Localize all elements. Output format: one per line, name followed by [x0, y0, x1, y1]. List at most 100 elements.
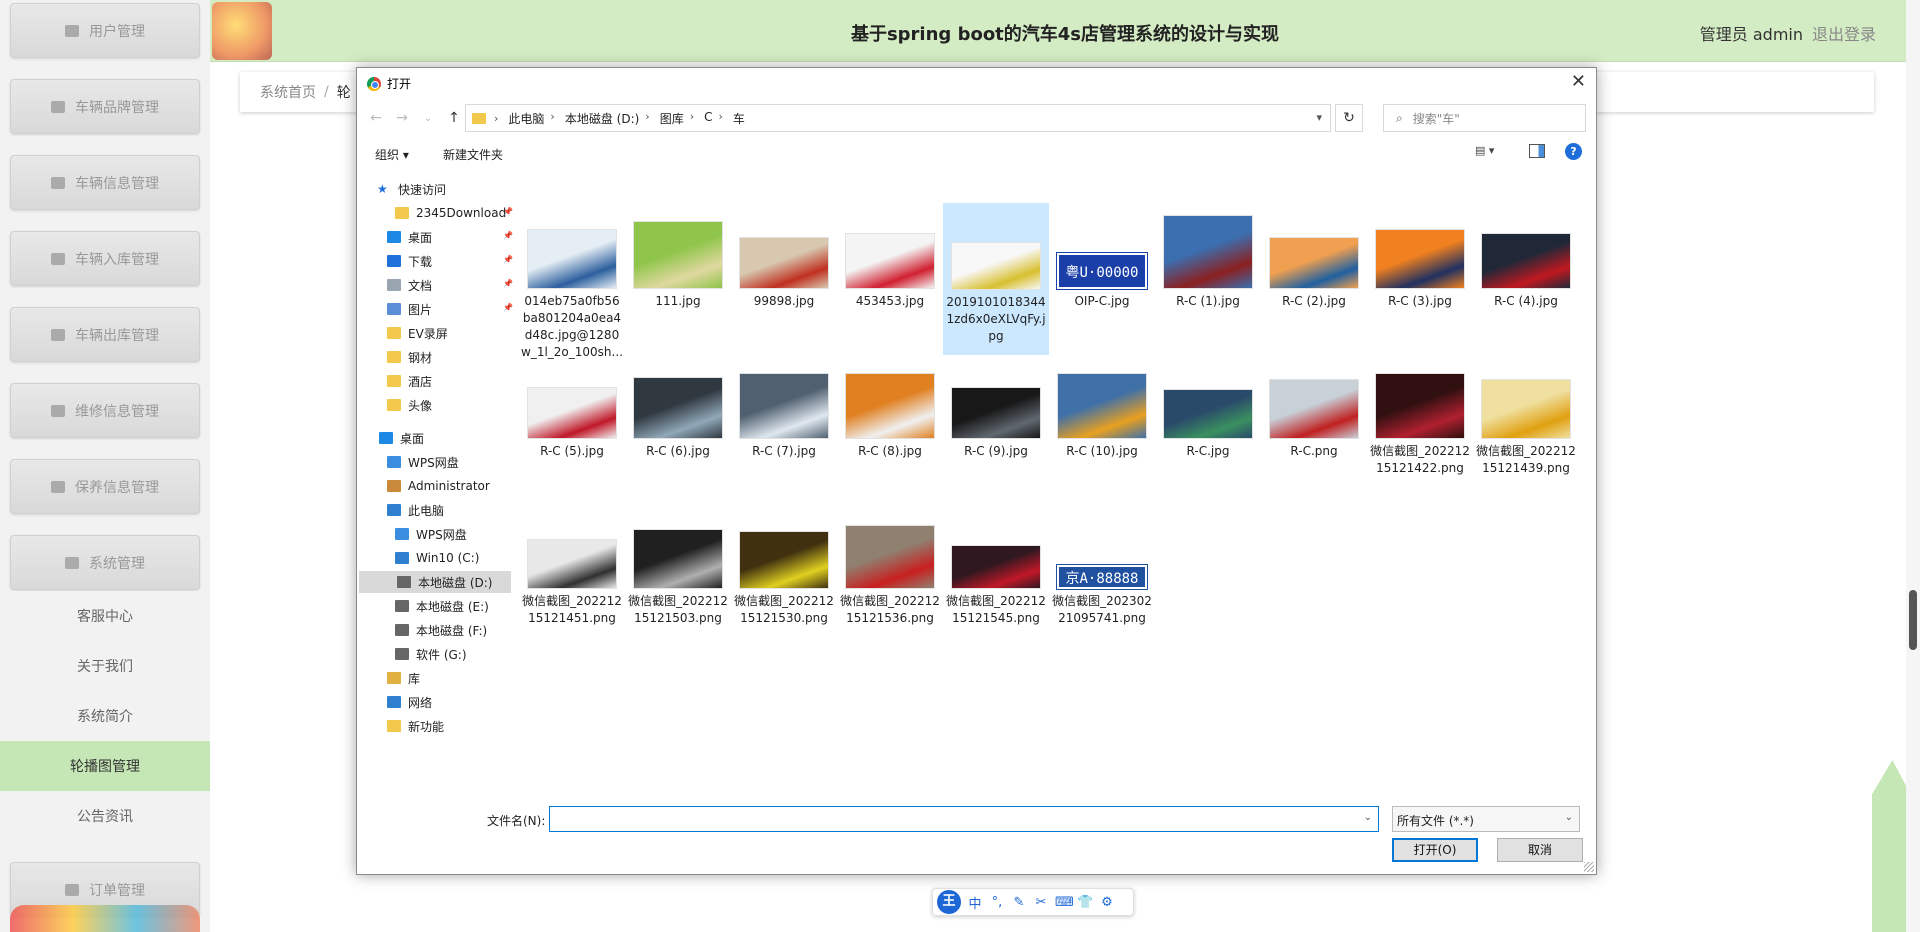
sidebar-subitem[interactable]: 客服中心: [0, 591, 210, 641]
ime-button[interactable]: ⚙: [1099, 895, 1115, 910]
tree-item[interactable]: EV录屏: [387, 322, 448, 344]
file-item[interactable]: R-C (4).jpg: [1473, 233, 1579, 310]
file-item[interactable]: R-C (8).jpg: [837, 373, 943, 460]
ime-button[interactable]: ✂: [1033, 895, 1049, 910]
search-input[interactable]: ⌕ 搜索"车": [1383, 104, 1586, 132]
file-item[interactable]: 微信截图_20221215121503.png: [625, 529, 731, 627]
tree-item[interactable]: Win10 (C:): [395, 547, 479, 569]
file-item[interactable]: R-C (2).jpg: [1261, 237, 1367, 310]
tree-item[interactable]: 此电脑: [387, 499, 444, 521]
organize-button[interactable]: 组织 ▾: [375, 146, 409, 163]
tree-item[interactable]: 软件 (G:): [395, 643, 467, 665]
file-item[interactable]: 微信截图_20221215121439.png: [1473, 379, 1579, 477]
sidebar-item[interactable]: 车辆品牌管理: [10, 79, 200, 134]
up-arrow-icon[interactable]: ↑: [441, 110, 467, 126]
tree-item[interactable]: 文档: [387, 274, 432, 296]
chevron-down-icon[interactable]: ⌄: [415, 113, 441, 124]
tree-item[interactable]: 本地磁盘 (E:): [395, 595, 489, 617]
sidebar-item[interactable]: 系统管理: [10, 535, 200, 590]
preview-pane-icon[interactable]: [1529, 144, 1545, 158]
file-item[interactable]: 京A·88888 微信截图_20230221095741.png: [1049, 565, 1155, 627]
ime-logo[interactable]: 王: [937, 890, 961, 914]
view-options-icon[interactable]: ▤ ▾: [1475, 144, 1507, 160]
tree-item[interactable]: 钢材: [387, 346, 432, 368]
file-item[interactable]: R-C (7).jpg: [731, 373, 837, 460]
ime-button[interactable]: 中: [967, 893, 983, 912]
tree-item[interactable]: 桌面: [387, 226, 432, 248]
filetype-select[interactable]: 所有文件 (*.*) ⌄: [1392, 806, 1580, 832]
file-item[interactable]: 微信截图_20221215121530.png: [731, 531, 837, 627]
tree-item[interactable]: 酒店: [387, 370, 432, 392]
page-scrollbar-thumb[interactable]: [1909, 590, 1917, 650]
sidebar-item[interactable]: 车辆信息管理: [10, 155, 200, 210]
tree-item[interactable]: 网络: [387, 691, 432, 713]
ime-button[interactable]: ⌨: [1055, 895, 1074, 910]
file-item[interactable]: 粤U·00000 OIP-C.jpg: [1049, 253, 1155, 310]
file-item[interactable]: R-C (1).jpg: [1155, 215, 1261, 310]
tree-item[interactable]: 本地磁盘 (F:): [395, 619, 487, 641]
file-item[interactable]: R-C (9).jpg: [943, 387, 1049, 460]
chevron-down-icon[interactable]: ▾: [1316, 111, 1322, 124]
address-bar[interactable]: › 此电脑 › 本地磁盘 (D:) › 图库 › C › 车 ▾: [465, 104, 1331, 132]
sidebar-subitem[interactable]: 轮播图管理: [0, 741, 210, 791]
file-item[interactable]: R-C.jpg: [1155, 389, 1261, 460]
file-item[interactable]: 20191010183441zd6x0eXLVqFy.jpg: [943, 203, 1049, 355]
help-icon[interactable]: ?: [1565, 143, 1582, 160]
address-segment[interactable]: 车: [733, 110, 745, 127]
page-scrollbar[interactable]: [1906, 0, 1920, 932]
tree-item[interactable]: WPS网盘: [387, 451, 459, 473]
tree-item[interactable]: ★ 快速访问: [377, 178, 446, 200]
tree-item[interactable]: 新功能: [387, 715, 444, 737]
file-item[interactable]: 微信截图_20221215121451.png: [519, 539, 625, 627]
address-segment[interactable]: 本地磁盘 (D:): [565, 110, 639, 127]
filename-input[interactable]: ⌄: [549, 806, 1379, 832]
tree-item[interactable]: 下载: [387, 250, 432, 272]
sidebar-item[interactable]: 车辆出库管理: [10, 307, 200, 362]
file-item[interactable]: 453453.jpg: [837, 233, 943, 310]
file-item[interactable]: R-C (3).jpg: [1367, 229, 1473, 310]
sidebar-subitem[interactable]: 关于我们: [0, 641, 210, 691]
file-item[interactable]: R-C (10).jpg: [1049, 373, 1155, 460]
address-segment[interactable]: C: [704, 110, 712, 127]
sidebar-item[interactable]: 车辆入库管理: [10, 231, 200, 286]
ime-button[interactable]: °,: [989, 895, 1005, 910]
file-item[interactable]: R-C (5).jpg: [519, 387, 625, 460]
sidebar-item[interactable]: 维修信息管理: [10, 383, 200, 438]
logout-link[interactable]: 退出登录: [1812, 21, 1876, 45]
address-segment[interactable]: 图库: [660, 110, 684, 127]
resize-grip[interactable]: [1584, 862, 1594, 872]
file-item[interactable]: R-C (6).jpg: [625, 377, 731, 460]
file-item[interactable]: 99898.jpg: [731, 237, 837, 310]
ime-button[interactable]: ✎: [1011, 895, 1027, 910]
tree-item[interactable]: 图片: [387, 298, 432, 320]
new-folder-button[interactable]: 新建文件夹: [443, 146, 503, 163]
tree-item[interactable]: 桌面: [379, 427, 424, 449]
forward-arrow-icon[interactable]: →: [389, 110, 415, 126]
sidebar-subitem[interactable]: 公告资讯: [0, 791, 210, 841]
sidebar-item[interactable]: 保养信息管理: [10, 459, 200, 514]
file-item[interactable]: 014eb75a0fb56ba801204a0ea4d48c.jpg@1280w…: [519, 229, 625, 361]
refresh-icon[interactable]: ↻: [1335, 104, 1363, 132]
sidebar-subitem[interactable]: 系统简介: [0, 691, 210, 741]
ime-button[interactable]: 👕: [1077, 895, 1093, 910]
tree-item[interactable]: 头像: [387, 394, 432, 416]
back-arrow-icon[interactable]: ←: [363, 110, 389, 126]
open-button[interactable]: 打开(O): [1392, 838, 1478, 862]
file-item[interactable]: 微信截图_20221215121536.png: [837, 525, 943, 627]
tree-item[interactable]: Administrator: [387, 475, 490, 497]
file-item[interactable]: 111.jpg: [625, 221, 731, 310]
cancel-button[interactable]: 取消: [1497, 838, 1583, 862]
tree-item[interactable]: 本地磁盘 (D:): [359, 571, 511, 593]
file-item[interactable]: R-C.png: [1261, 379, 1367, 460]
tree-item[interactable]: 库: [387, 667, 420, 689]
sidebar-item[interactable]: 用户管理: [10, 3, 200, 58]
file-item[interactable]: 微信截图_20221215121545.png: [943, 545, 1049, 627]
chevron-down-icon[interactable]: ⌄: [1364, 812, 1372, 823]
address-segment[interactable]: 此电脑: [508, 110, 544, 127]
image-thumbnail: 京A·88888: [1057, 565, 1147, 589]
tree-item[interactable]: WPS网盘: [395, 523, 467, 545]
breadcrumb-home[interactable]: 系统首页: [260, 82, 316, 102]
close-icon[interactable]: ✕: [1571, 71, 1586, 92]
file-item[interactable]: 微信截图_20221215121422.png: [1367, 373, 1473, 477]
tree-item[interactable]: 2345Download: [395, 202, 506, 224]
